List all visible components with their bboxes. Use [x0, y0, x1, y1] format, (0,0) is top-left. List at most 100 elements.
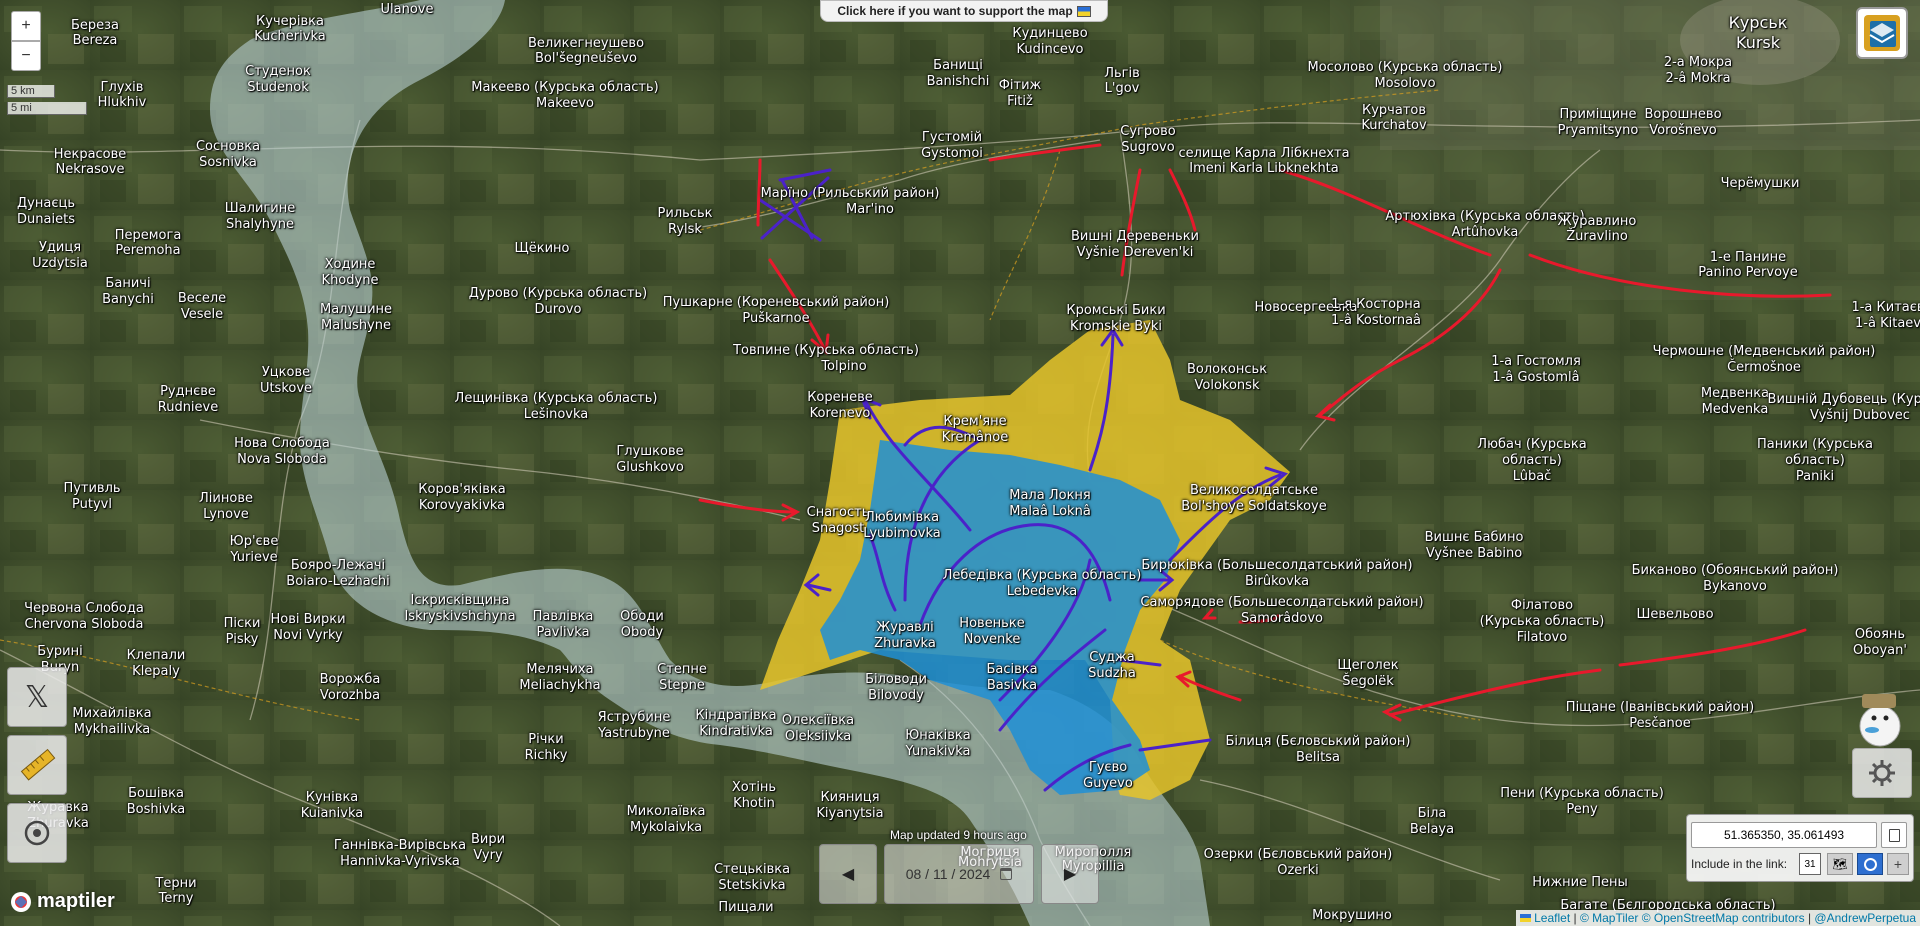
layers-button[interactable] [1856, 7, 1908, 59]
updated-status: Map updated 9 hours ago [890, 828, 1027, 842]
place-label: Kurchatov [1361, 118, 1427, 133]
place-label: Кудинцево [1012, 26, 1088, 41]
place-label: Kindrativka [699, 724, 773, 739]
city-label: Курськ [1728, 13, 1788, 32]
place-label: Yunakivka [905, 744, 971, 759]
place-label: 1-я Косторна [1331, 297, 1421, 312]
place-label: Дунаєць [17, 196, 75, 211]
support-link-text[interactable]: Click here if you want to support the ma… [837, 4, 1072, 18]
place-label: Суджа [1089, 650, 1135, 665]
place-label: Озерки (Бєловський район) [1203, 847, 1393, 862]
zoom-out-button[interactable]: − [11, 41, 41, 71]
place-label: 1-а Гостомля [1491, 354, 1581, 369]
place-label: Tolpino [821, 359, 867, 374]
place-label: Вишній Дубовець (Курська [1767, 392, 1920, 407]
calendar-icon [1000, 868, 1013, 880]
place-label: Білиця (Бєловський район) [1225, 734, 1411, 749]
scale-km: 5 km [7, 85, 55, 98]
locate-button[interactable] [7, 803, 67, 863]
place-label: Nekrasove [55, 162, 125, 177]
place-label: Ворошнево [1644, 107, 1722, 122]
place-label: Korenevo [809, 406, 871, 421]
place-label: Dunaiets [17, 212, 75, 227]
include-link-label: Include in the link: [1691, 857, 1788, 871]
place-label: Sosnivka [199, 155, 257, 170]
next-date-button[interactable]: ▶ [1041, 844, 1099, 904]
place-label: Fitiž [1007, 94, 1033, 109]
place-label: L'gov [1104, 81, 1140, 96]
ruler-button[interactable] [7, 735, 67, 795]
place-label: Коров'яківка [418, 482, 506, 497]
place-label: Obody [620, 625, 664, 640]
place-label: Boiaro-Lezhachi [286, 574, 390, 589]
include-center-toggle[interactable]: + [1887, 853, 1909, 875]
copy-coordinates-button[interactable] [1881, 822, 1907, 848]
place-label: Khotin [733, 796, 775, 811]
zoom-in-button[interactable]: + [11, 11, 41, 41]
place-label: Нові Вирки [270, 612, 346, 627]
place-label: Вири [470, 832, 506, 847]
place-label: (Курська область) [1479, 614, 1605, 629]
maptiler-link[interactable]: © MapTiler [1580, 911, 1638, 925]
place-label: Бошівка [128, 786, 184, 801]
attribution-bar: Leaflet | © MapTiler © OpenStreetMap con… [1515, 910, 1920, 926]
place-label: Bol'šegneuševo [535, 51, 637, 66]
place-label: Щёкино [514, 241, 570, 256]
place-label: Stepne [659, 678, 705, 693]
maptiler-logo: maptiler [10, 890, 115, 913]
place-label: Shalyhyne [226, 217, 294, 232]
place-label: Юнаківка [905, 728, 971, 743]
place-label: Pavlivka [536, 625, 590, 640]
leaflet-link[interactable]: Leaflet [1534, 911, 1570, 925]
place-label: Малушине [319, 302, 393, 317]
osm-link[interactable]: © OpenStreetMap contributors [1642, 911, 1805, 925]
place-label: Šegolëk [1342, 674, 1394, 689]
place-label: Глухів [100, 80, 144, 95]
mascot-icon [1859, 694, 1901, 747]
place-label: Кучерівка [256, 14, 324, 29]
place-label: Bereza [72, 33, 118, 48]
place-label: Peny [1566, 802, 1598, 817]
place-label: Хотінь [731, 780, 777, 795]
place-label: Новеньке [959, 616, 1025, 631]
include-date-toggle[interactable]: 31 [1799, 853, 1821, 875]
place-label: Kucherivka [254, 29, 326, 44]
place-label: Guyevo [1083, 776, 1133, 791]
place-label: Mosolovo [1374, 76, 1436, 91]
place-label: Артюхівка (Курська область) [1385, 209, 1585, 224]
mascot-avatar [1850, 686, 1906, 748]
place-label: Приміщине [1559, 107, 1637, 122]
place-label: Фітиж [998, 78, 1042, 93]
place-label: Hannivka-Vyrivska [340, 854, 460, 869]
place-label: Сосновка [195, 139, 261, 154]
place-label: Пени (Курська область) [1500, 786, 1664, 801]
place-label: Журавлино [1557, 214, 1637, 229]
place-label: Бояро-Лежачі [290, 558, 386, 573]
date-picker[interactable]: 08 / 11 / 2024 [884, 844, 1034, 904]
place-label: Gystomoi [921, 146, 983, 161]
include-zoom-toggle[interactable] [1857, 853, 1883, 875]
place-label: Imeni Karla Libknekhta [1189, 161, 1339, 176]
place-label: Pesčanoe [1629, 716, 1691, 731]
support-banner[interactable]: Click here if you want to support the ma… [820, 0, 1108, 22]
settings-button[interactable] [1852, 748, 1912, 798]
place-label: Великосолдатське [1189, 483, 1319, 498]
author-link[interactable]: @AndrewPerpetua [1814, 911, 1916, 925]
place-label: 1-â Gostomlâ [1492, 370, 1580, 385]
place-label: Путивль [63, 481, 121, 496]
place-label: Bol'shoye Soldatskoye [1181, 499, 1327, 514]
place-label: Panino Pervoye [1698, 265, 1798, 280]
place-label: Ходине [324, 257, 376, 272]
include-map-toggle[interactable]: 🗺 [1827, 853, 1853, 875]
coordinates-field[interactable]: 51.365350, 35.061493 [1691, 822, 1877, 848]
place-label: Yastrubyne [598, 726, 670, 741]
place-label: Любач (Курська [1477, 437, 1587, 452]
place-label: Lyubimovka [863, 526, 941, 541]
place-label: Нова Слобода [234, 436, 330, 451]
place-label: Lebedevka [1006, 584, 1078, 599]
prev-date-button[interactable]: ◀ [819, 844, 877, 904]
x-share-button[interactable]: 𝕏 [7, 667, 67, 727]
place-label: Čermošnoe [1727, 360, 1801, 375]
place-label: Ганнівка-Вирівська [333, 838, 467, 853]
place-label: 1-â Kostornaâ [1330, 313, 1422, 328]
